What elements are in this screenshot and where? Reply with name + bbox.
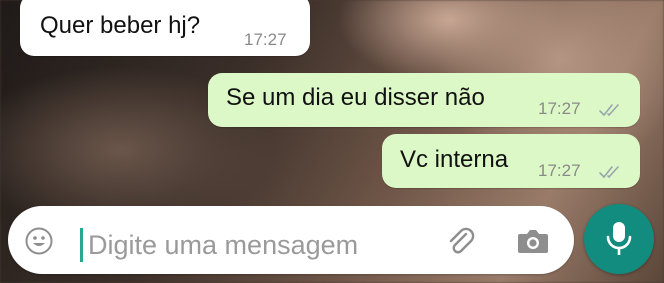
voice-message-button[interactable] [584, 204, 654, 274]
message-bubble-incoming[interactable]: Quer beber hj? 17:27 [20, 0, 310, 56]
text-caret [80, 228, 83, 262]
message-input[interactable]: Digite uma mensagem [88, 228, 358, 262]
message-time: 17:27 [244, 30, 287, 49]
message-time: 17:27 [538, 99, 581, 118]
message-text: Vc interna [400, 146, 509, 173]
double-check-icon [599, 104, 619, 117]
microphone-icon [606, 222, 632, 255]
message-bubble-outgoing[interactable]: Se um dia eu disser não 17:27 [208, 73, 640, 127]
message-time: 17:27 [538, 161, 581, 180]
double-check-icon [599, 166, 619, 179]
message-composer[interactable]: Digite uma mensagem [8, 206, 574, 274]
emoji-icon[interactable] [24, 226, 54, 256]
paperclip-icon[interactable] [444, 224, 478, 258]
message-text: Se um dia eu disser não [226, 84, 485, 111]
message-bubble-outgoing[interactable]: Vc interna 17:27 [382, 134, 640, 188]
message-text: Quer beber hj? [40, 12, 201, 39]
camera-icon[interactable] [516, 226, 550, 256]
